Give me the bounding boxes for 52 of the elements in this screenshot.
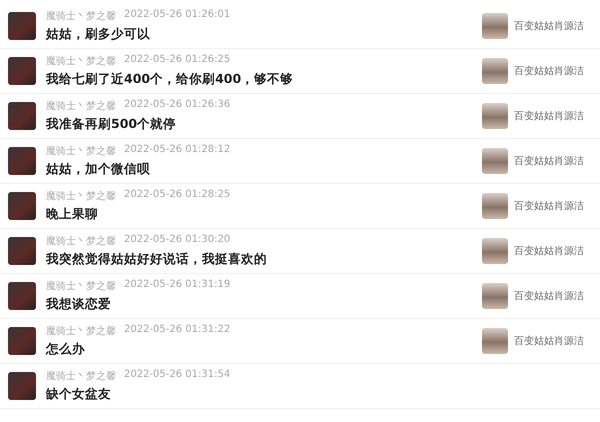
message-time: 2022-05-26 01:28:12: [124, 144, 230, 157]
sender-name[interactable]: 魔骑士丶梦之馨: [46, 234, 116, 248]
message-time: 2022-05-26 01:26:36: [124, 99, 230, 112]
recipient-name[interactable]: 百变姑姑肖源洁: [514, 19, 584, 33]
message-text: 姑姑，刷多少可以: [46, 26, 151, 43]
recipient-avatar-photo-placeholder[interactable]: [482, 193, 508, 219]
recipient-avatar-photo-placeholder[interactable]: [482, 103, 508, 129]
sender-name[interactable]: 魔骑士丶梦之馨: [46, 369, 116, 383]
recipient-avatar-photo-placeholder[interactable]: [482, 148, 508, 174]
sender-name[interactable]: 魔骑士丶梦之馨: [46, 9, 116, 23]
user-avatar-photo-placeholder[interactable]: [8, 372, 36, 400]
message-text: 我想谈恋爱: [46, 296, 112, 313]
recipient-name[interactable]: 百变姑姑肖源洁: [514, 199, 584, 213]
sender-name[interactable]: 魔骑士丶梦之馨: [46, 189, 116, 203]
user-avatar-photo-placeholder[interactable]: [8, 192, 36, 220]
recipient-avatar-photo-placeholder[interactable]: [482, 283, 508, 309]
recipient-name[interactable]: 百变姑姑肖源洁: [514, 334, 584, 348]
message-time: 2022-05-26 01:26:25: [124, 54, 230, 67]
message-time: 2022-05-26 01:31:22: [124, 324, 230, 337]
user-avatar-photo-placeholder[interactable]: [8, 57, 36, 85]
sender-name[interactable]: 魔骑士丶梦之馨: [46, 144, 116, 158]
message-time: 2022-05-26 01:31:54: [124, 369, 230, 382]
sender-name[interactable]: 魔骑士丶梦之馨: [46, 324, 116, 338]
message-time: 2022-05-26 01:30:20: [124, 234, 230, 247]
message-time: 2022-05-26 01:28:25: [124, 189, 230, 202]
sender-name[interactable]: 魔骑士丶梦之馨: [46, 279, 116, 293]
sender-name[interactable]: 魔骑士丶梦之馨: [46, 99, 116, 113]
recipient-name[interactable]: 百变姑姑肖源洁: [514, 244, 584, 258]
recipient-name[interactable]: 百变姑姑肖源洁: [514, 289, 584, 303]
message-text: 缺个女盆友: [46, 386, 112, 403]
message-text: 姑姑，加个微信呗: [46, 161, 151, 178]
recipient-avatar-photo-placeholder[interactable]: [482, 13, 508, 39]
message-text: 我准备再刷500个就停: [46, 116, 178, 133]
recipient-name[interactable]: 百变姑姑肖源洁: [514, 154, 584, 168]
message-text: 我突然觉得姑姑好好说话，我挺喜欢的: [46, 251, 268, 268]
recipient-avatar-photo-placeholder[interactable]: [482, 328, 508, 354]
sender-name[interactable]: 魔骑士丶梦之馨: [46, 54, 116, 68]
message-text: 怎么办: [46, 341, 86, 358]
message-text: 我给七刷了近400个，给你刷400，够不够: [46, 71, 294, 88]
message-text: 晚上果聊: [46, 206, 99, 223]
recipient-name[interactable]: 百变姑姑肖源洁: [514, 109, 584, 123]
recipient-avatar-photo-placeholder[interactable]: [482, 58, 508, 84]
user-avatar-photo-placeholder[interactable]: [8, 12, 36, 40]
user-avatar-photo-placeholder[interactable]: [8, 237, 36, 265]
recipient-avatar-photo-placeholder[interactable]: [482, 238, 508, 264]
user-avatar-photo-placeholder[interactable]: [8, 282, 36, 310]
message-time: 2022-05-26 01:26:01: [124, 9, 230, 22]
recipient-name[interactable]: 百变姑姑肖源洁: [514, 64, 584, 78]
message-time: 2022-05-26 01:31:19: [124, 279, 230, 292]
user-avatar-photo-placeholder[interactable]: [8, 102, 36, 130]
user-avatar-photo-placeholder[interactable]: [8, 327, 36, 355]
user-avatar-photo-placeholder[interactable]: [8, 147, 36, 175]
